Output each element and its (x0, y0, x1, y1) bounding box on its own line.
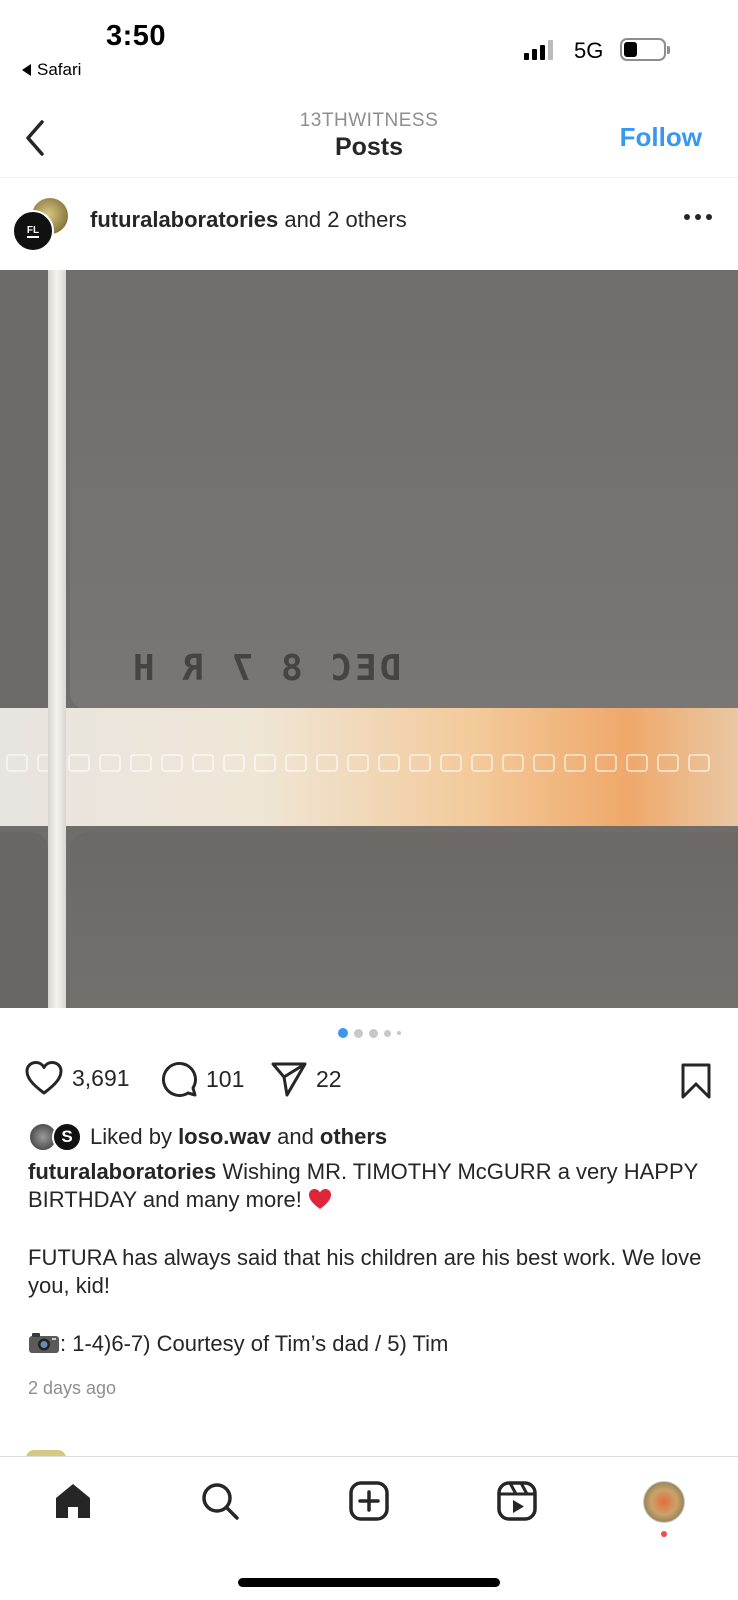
network-type: 5G (574, 38, 604, 63)
send-icon (271, 1062, 307, 1097)
like-button[interactable]: 3,691 (24, 1060, 130, 1096)
top-nav-bar: 13THWITNESS Posts Follow (0, 100, 738, 178)
post-header: FL futuralaboratories and 2 others (0, 188, 738, 264)
carousel-indicator (0, 1028, 738, 1038)
tab-home[interactable] (51, 1479, 95, 1523)
tab-profile-avatar[interactable] (643, 1481, 685, 1523)
search-icon (202, 1483, 239, 1520)
post-others[interactable]: and 2 others (278, 207, 406, 232)
new-post-icon (349, 1481, 389, 1521)
more-options-icon[interactable] (684, 214, 712, 220)
red-heart-emoji-icon (309, 1189, 331, 1209)
reels-icon (497, 1481, 537, 1521)
post-timestamp: 2 days ago (28, 1378, 117, 1398)
tab-search[interactable] (198, 1479, 242, 1523)
notification-dot (661, 1531, 667, 1537)
liked-by-user[interactable]: loso.wav (178, 1124, 271, 1149)
slide-stamp: DEC 8 7 R H (130, 648, 402, 689)
carousel-dot (383, 1029, 391, 1037)
comment-icon (162, 1062, 197, 1097)
cellular-signal-icon (524, 40, 553, 60)
post-username[interactable]: futuralaboratories (90, 207, 278, 232)
comment-button[interactable]: 101 (160, 1060, 244, 1098)
save-button[interactable] (680, 1062, 712, 1105)
carousel-dot (353, 1028, 363, 1038)
carousel-dot (337, 1028, 348, 1038)
bookmark-icon (681, 1063, 711, 1099)
collab-avatars[interactable]: FL (12, 196, 72, 252)
liked-by-others[interactable]: others (320, 1124, 387, 1149)
liked-by[interactable]: S Liked by loso.wav and others (28, 1122, 387, 1152)
home-indicator[interactable] (238, 1578, 500, 1587)
back-app-label: Safari (37, 60, 82, 79)
post-caption: futuralaboratories Wishing MR. TIMOTHY M… (28, 1158, 718, 1358)
likes-count: 3,691 (72, 1064, 130, 1091)
tab-new-post[interactable] (347, 1479, 391, 1523)
liked-by-prefix: Liked by (90, 1124, 179, 1149)
heart-icon (25, 1061, 63, 1095)
shares-count: 22 (316, 1065, 342, 1092)
follow-button[interactable]: Follow (620, 122, 702, 153)
post-authors[interactable]: futuralaboratories and 2 others (90, 207, 407, 233)
home-icon (56, 1484, 90, 1518)
share-button[interactable]: 22 (270, 1060, 342, 1098)
tab-reels[interactable] (495, 1479, 539, 1523)
liked-by-and: and (270, 1124, 320, 1149)
owner-avatar: FL (12, 210, 54, 252)
status-time: 3:50 (106, 20, 167, 52)
carousel-dot (396, 1031, 401, 1035)
post-image[interactable]: DEC 8 7 R H (0, 270, 738, 1008)
carousel-dot (368, 1028, 378, 1038)
liker-avatars: S (28, 1122, 82, 1152)
battery-icon (620, 38, 670, 61)
comments-count: 101 (206, 1065, 245, 1092)
status-bar: 3:50 Safari 5G (0, 0, 738, 92)
post-actions: 3,691 101 22 (0, 1054, 738, 1104)
caption-line-2: FUTURA has always said that his children… (28, 1245, 702, 1298)
caption-line-3: : 1-4)6-7) Courtesy of Tim’s dad / 5) Ti… (60, 1331, 449, 1356)
back-to-safari[interactable]: Safari (22, 60, 81, 80)
caption-username[interactable]: futuralaboratories (28, 1159, 216, 1184)
camera-emoji-icon (29, 1333, 59, 1353)
back-arrow-icon (22, 64, 31, 76)
